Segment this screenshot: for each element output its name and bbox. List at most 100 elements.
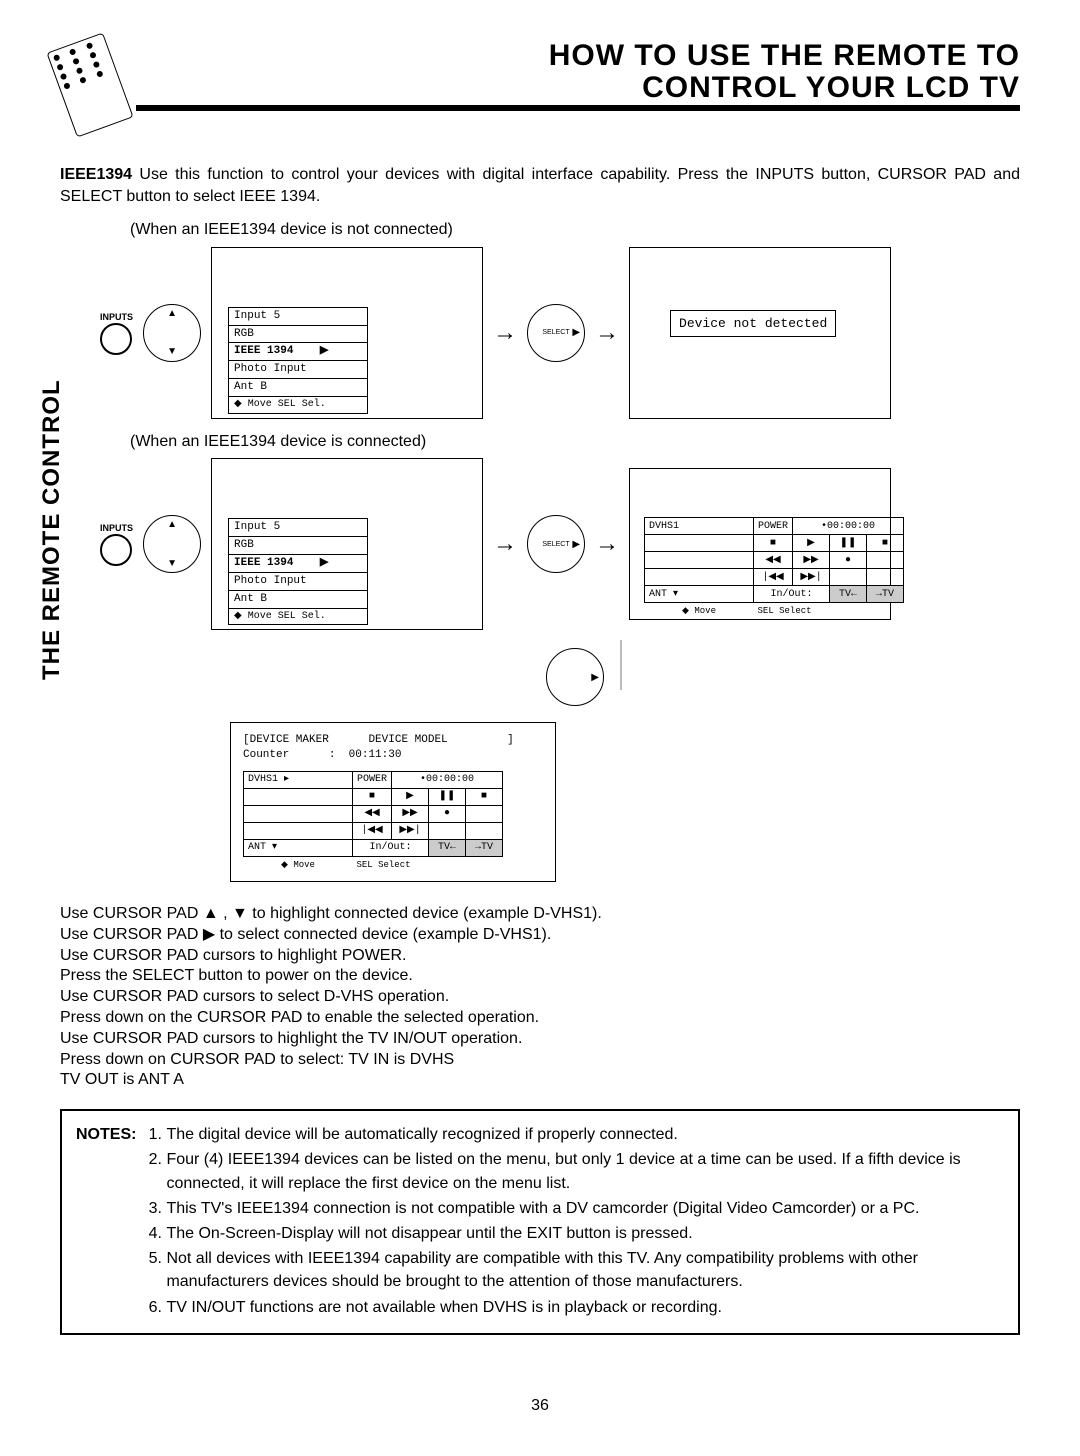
- device-slot: DVHS1: [645, 518, 754, 535]
- dpad-select-icon: SELECT ▶: [527, 515, 585, 573]
- state-not-connected-label: (When an IEEE1394 device is not connecte…: [130, 219, 1020, 241]
- footer-select: SEL Select: [353, 857, 503, 874]
- menu-item: RGB: [228, 536, 368, 555]
- input-menu-screen: Input 5 RGB IEEE 1394 ▶ Photo Input Ant …: [211, 458, 483, 630]
- page-number: 36: [60, 1395, 1020, 1417]
- rewind-icon: ◀◀: [754, 552, 793, 569]
- inputs-label: INPUTS: [100, 311, 133, 323]
- note-item: Four (4) IEEE1394 devices can be listed …: [166, 1148, 1004, 1194]
- skipfwd-icon: ▶▶|: [793, 569, 830, 586]
- menu-item: Ant B: [228, 378, 368, 397]
- play-icon: ▶: [392, 789, 429, 806]
- state-connected-label: (When an IEEE1394 device is connected): [130, 431, 1020, 453]
- menu-item: Input 5: [228, 518, 368, 537]
- dpad-right-icon: ▶: [546, 648, 604, 706]
- play-icon: ▶: [793, 535, 830, 552]
- power-cell: POWER: [353, 772, 392, 789]
- footer-move: ◆ Move: [645, 603, 754, 620]
- menu-item: Input 5: [228, 307, 368, 326]
- inputs-label: INPUTS: [100, 522, 133, 534]
- record-icon: ●: [830, 552, 867, 569]
- diagram-not-connected: INPUTS ▲▼ Input 5 RGB IEEE 1394 ▶ Photo …: [100, 247, 1020, 419]
- flow-line: [620, 640, 622, 690]
- device-maker-label: [DEVICE MAKER: [243, 734, 329, 746]
- diagram-connected: INPUTS ▲▼ Input 5 RGB IEEE 1394 ▶ Photo …: [100, 458, 1020, 630]
- power-cell: POWER: [754, 518, 793, 535]
- menu-item-selected: IEEE 1394 ▶: [228, 342, 368, 361]
- footer-move: ◆ Move: [244, 857, 353, 874]
- result-screen-empty: Device not detected: [629, 247, 891, 419]
- instruction-line: Press down on the CURSOR PAD to enable t…: [60, 1008, 1020, 1029]
- instruction-line: Use CURSOR PAD cursors to highlight POWE…: [60, 946, 1020, 967]
- counter-value: 00:11:30: [349, 749, 402, 761]
- ant-cell: ANT ▾: [645, 586, 754, 603]
- note-item: The digital device will be automatically…: [166, 1123, 1004, 1146]
- device-slot: DVHS1 ▸: [244, 772, 353, 789]
- stop-icon: ■: [466, 789, 503, 806]
- instruction-line: Use CURSOR PAD ▶ to select connected dev…: [60, 925, 1020, 946]
- menu-footer: ◆ Move SEL Sel.: [228, 608, 368, 626]
- arrow-right-icon: →: [595, 528, 619, 560]
- intro-text: Use this function to control your device…: [60, 166, 1020, 205]
- stop-icon: ■: [867, 535, 904, 552]
- menu-item: Photo Input: [228, 360, 368, 379]
- instruction-line: Use CURSOR PAD ▲ , ▼ to highlight connec…: [60, 904, 1020, 925]
- menu-item: RGB: [228, 325, 368, 344]
- device-control-table: DVHS1 POWER •00:00:00 ■ ▶ ❚❚ ■ ◀◀ ▶▶ ●: [644, 517, 904, 619]
- tv-out-option: →TV: [867, 586, 904, 603]
- tv-out-option: →TV: [466, 840, 503, 857]
- stop-icon: ■: [353, 789, 392, 806]
- inputs-button-icon: [100, 323, 132, 355]
- arrow-right-icon: →: [493, 317, 517, 349]
- device-model-label: DEVICE MODEL: [368, 734, 447, 746]
- arrow-right-icon: →: [595, 317, 619, 349]
- instruction-line: Use CURSOR PAD cursors to select D-VHS o…: [60, 987, 1020, 1008]
- fastfwd-icon: ▶▶: [392, 806, 429, 823]
- dpad-select-icon: SELECT ▶: [527, 304, 585, 362]
- skipfwd-icon: ▶▶|: [392, 823, 429, 840]
- counter-cell: •00:00:00: [793, 518, 904, 535]
- stop-icon: ■: [754, 535, 793, 552]
- dpad-icon: ▲▼: [143, 515, 201, 573]
- note-item: TV IN/OUT functions are not available wh…: [166, 1296, 1004, 1319]
- arrow-right-icon: →: [493, 528, 517, 560]
- instructions-block: Use CURSOR PAD ▲ , ▼ to highlight connec…: [60, 904, 1020, 1091]
- pause-icon: ❚❚: [830, 535, 867, 552]
- ant-cell: ANT ▾: [244, 840, 353, 857]
- dpad-icon: ▲▼: [143, 304, 201, 362]
- intro-tag: IEEE1394: [60, 166, 132, 183]
- pause-icon: ❚❚: [429, 789, 466, 806]
- notes-box: NOTES: The digital device will be automa…: [60, 1109, 1020, 1335]
- device-control-table: DVHS1 ▸ POWER •00:00:00 ■ ▶ ❚❚ ■ ◀◀ ▶▶ ●…: [243, 771, 503, 873]
- title-line-1: HOW TO USE THE REMOTE TO: [549, 39, 1020, 72]
- device-not-detected-msg: Device not detected: [670, 310, 836, 338]
- footer-select: SEL Select: [754, 603, 904, 620]
- menu-item: Photo Input: [228, 572, 368, 591]
- record-icon: ●: [429, 806, 466, 823]
- rewind-icon: ◀◀: [353, 806, 392, 823]
- note-item: Not all devices with IEEE1394 capability…: [166, 1247, 1004, 1293]
- inputs-button-icon: [100, 534, 132, 566]
- counter-label: Counter: [243, 749, 289, 761]
- tv-in-option: TV←: [830, 586, 867, 603]
- remote-icon: [46, 32, 133, 137]
- instruction-line: TV OUT is ANT A: [60, 1070, 1020, 1091]
- page-title: HOW TO USE THE REMOTE TO CONTROL YOUR LC…: [136, 40, 1020, 111]
- menu-item: Ant B: [228, 590, 368, 609]
- result-screen-controls: DVHS1 POWER •00:00:00 ■ ▶ ❚❚ ■ ◀◀ ▶▶ ●: [629, 468, 891, 620]
- menu-footer: ◆ Move SEL Sel.: [228, 396, 368, 414]
- side-tab-label: THE REMOTE CONTROL: [36, 379, 68, 680]
- notes-label: NOTES:: [76, 1123, 136, 1321]
- instruction-line: Use CURSOR PAD cursors to highlight the …: [60, 1029, 1020, 1050]
- instruction-line: Press down on CURSOR PAD to select: TV I…: [60, 1050, 1020, 1071]
- fastfwd-icon: ▶▶: [793, 552, 830, 569]
- intro-paragraph: IEEE1394 Use this function to control yo…: [60, 164, 1020, 207]
- inout-label: In/Out:: [353, 840, 429, 857]
- input-menu-screen: Input 5 RGB IEEE 1394 ▶ Photo Input Ant …: [211, 247, 483, 419]
- device-detail-screen: [DEVICE MAKER DEVICE MODEL ] Counter : 0…: [230, 722, 556, 882]
- note-item: This TV's IEEE1394 connection is not com…: [166, 1197, 1004, 1220]
- skipback-icon: |◀◀: [754, 569, 793, 586]
- inout-label: In/Out:: [754, 586, 830, 603]
- menu-item-selected: IEEE 1394 ▶: [228, 554, 368, 573]
- note-item: The On-Screen-Display will not disappear…: [166, 1222, 1004, 1245]
